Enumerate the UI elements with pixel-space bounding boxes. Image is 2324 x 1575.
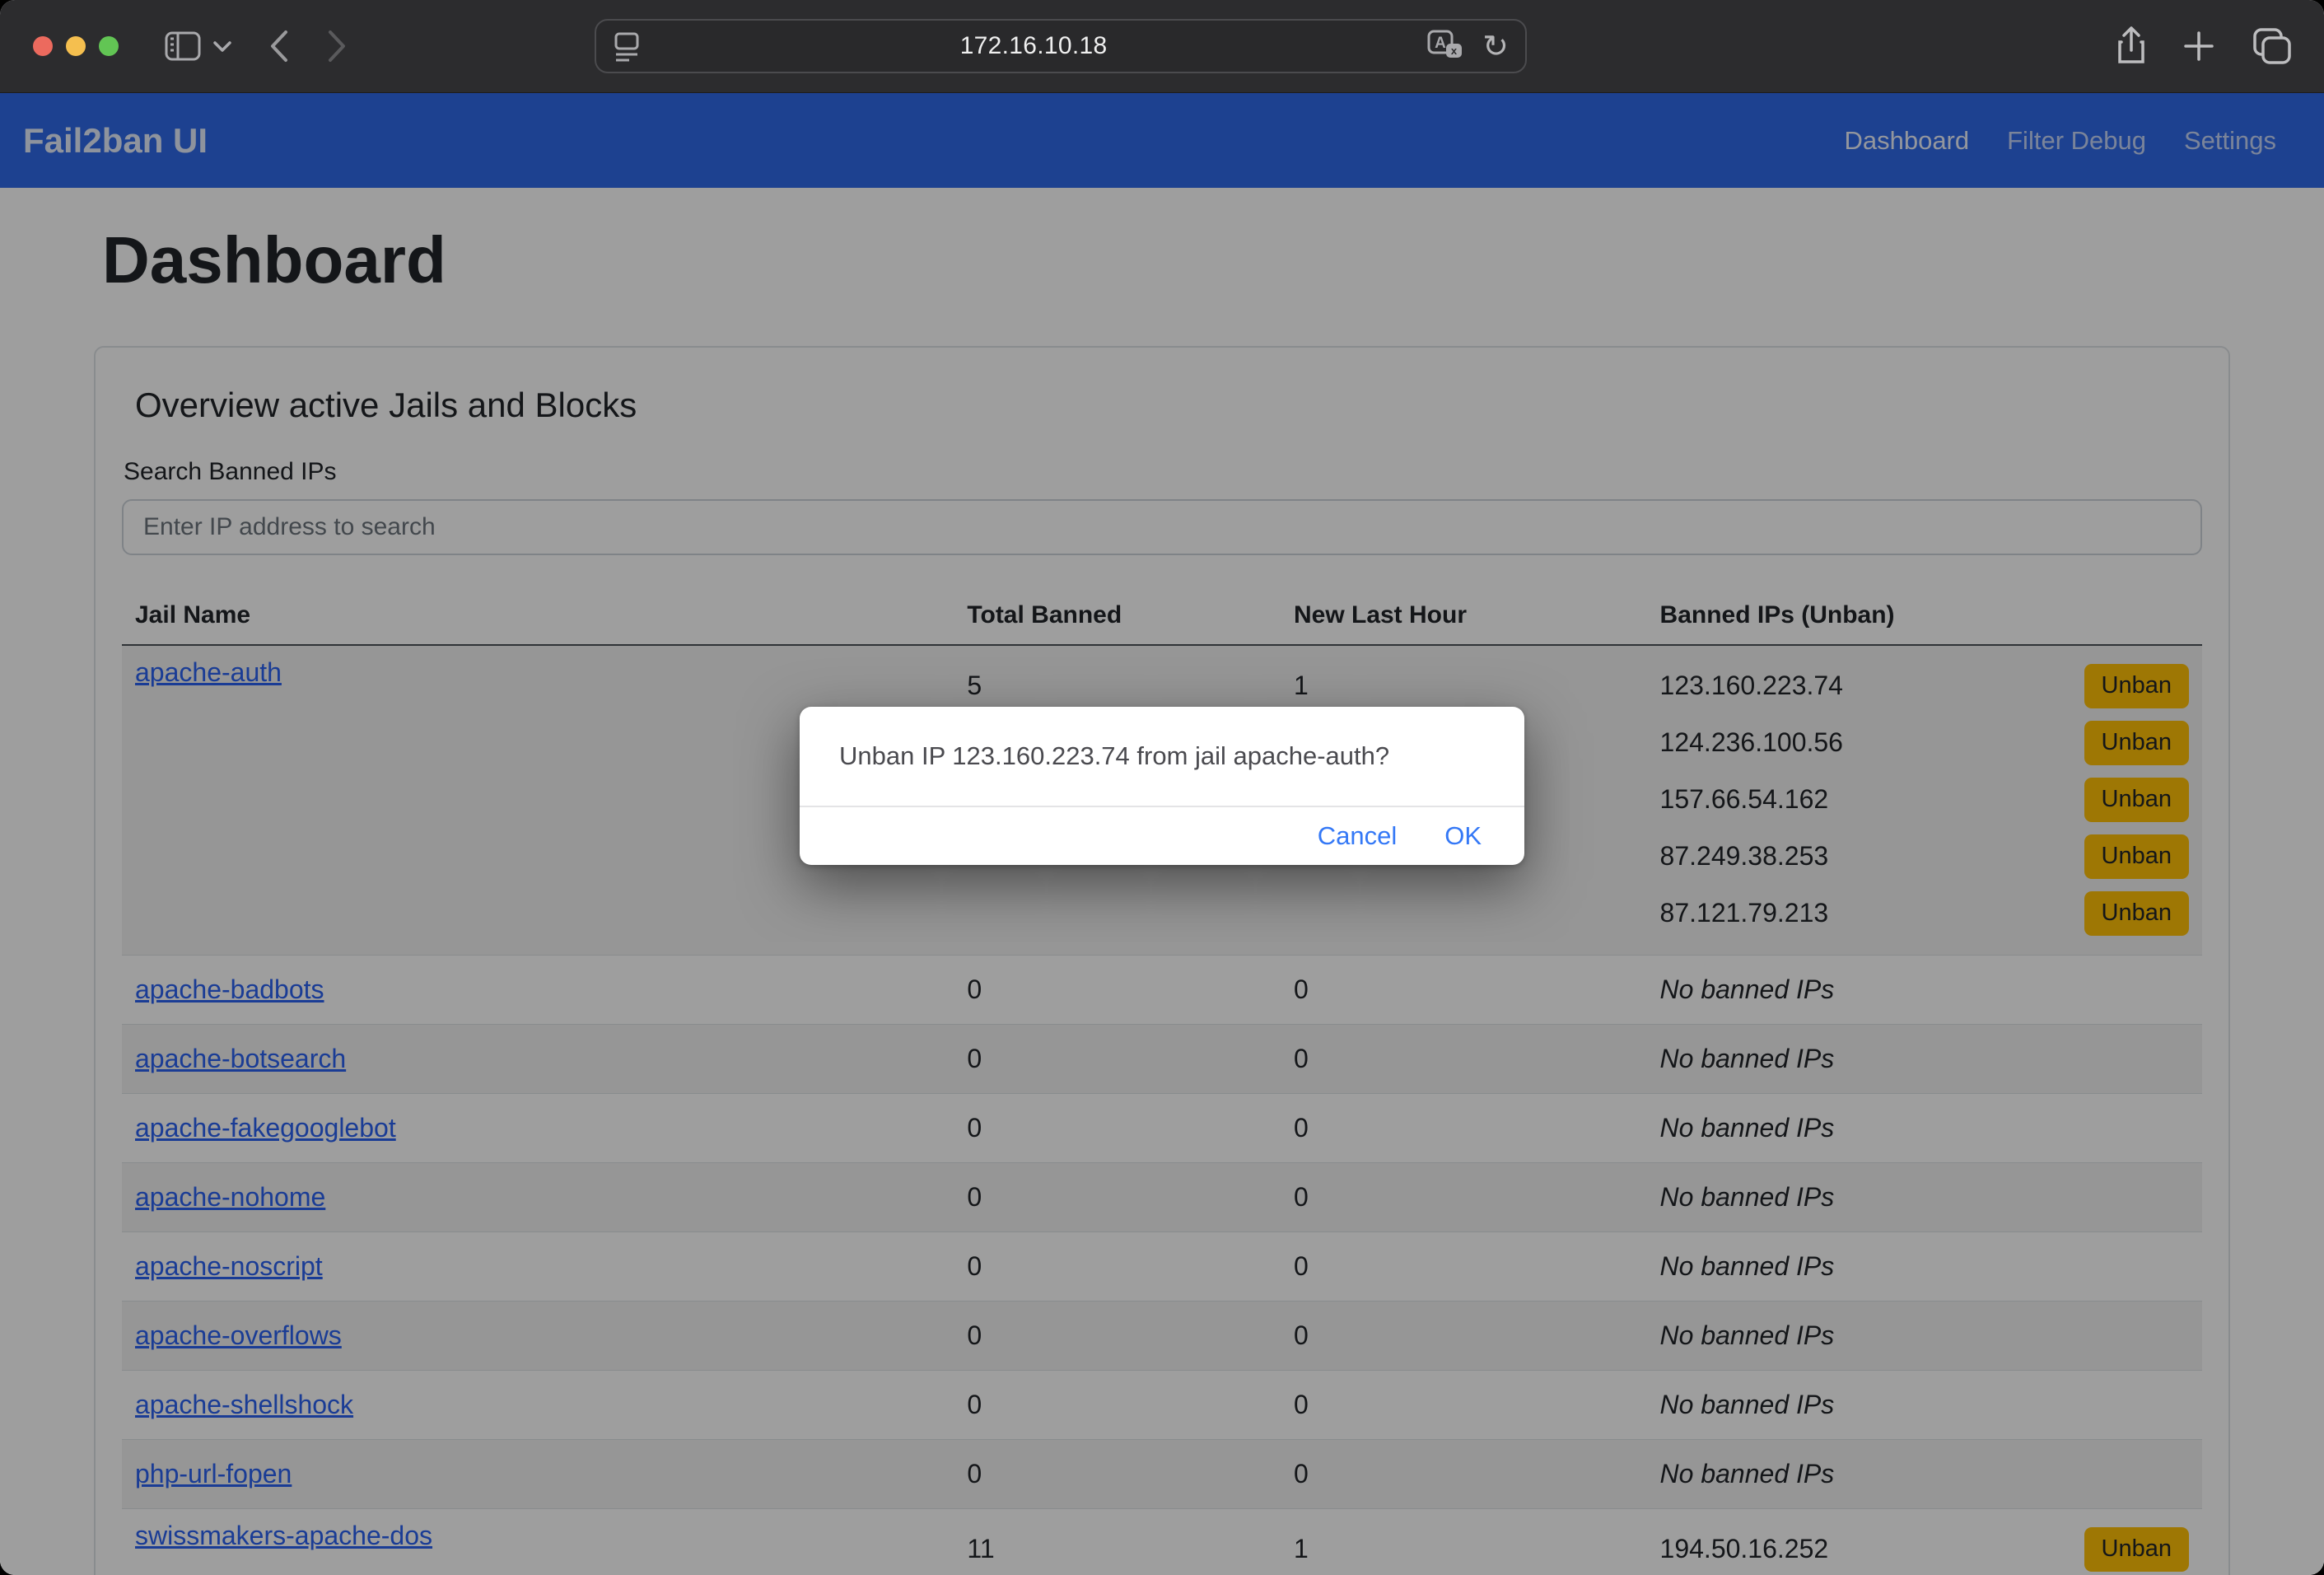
confirm-dialog: Unban IP 123.160.223.74 from jail apache… — [800, 707, 1524, 865]
zoom-window-button[interactable] — [99, 36, 119, 56]
share-icon[interactable] — [2115, 26, 2148, 67]
address-bar[interactable]: 172.16.10.18 Ax ↻ — [595, 19, 1527, 73]
svg-text:x: x — [1451, 44, 1458, 57]
sidebar-icon[interactable] — [165, 31, 201, 61]
dialog-message: Unban IP 123.160.223.74 from jail apache… — [800, 707, 1524, 806]
page-viewport: Fail2ban UI Dashboard Filter Debug Setti… — [0, 93, 2324, 1575]
svg-text:A: A — [1435, 35, 1446, 52]
ok-button[interactable]: OK — [1444, 821, 1482, 851]
url-text[interactable]: 172.16.10.18 — [641, 32, 1426, 60]
forward-icon[interactable] — [326, 29, 348, 63]
new-tab-icon[interactable] — [2181, 28, 2217, 64]
reload-icon[interactable]: ↻ — [1482, 28, 1509, 65]
minimize-window-button[interactable] — [66, 36, 86, 56]
translate-icon[interactable]: Ax — [1426, 29, 1464, 63]
browser-window: 172.16.10.18 Ax ↻ Fail2ban UI Dashboar — [0, 0, 2324, 1575]
browser-toolbar: 172.16.10.18 Ax ↻ — [0, 0, 2324, 93]
cancel-button[interactable]: Cancel — [1318, 821, 1398, 851]
reader-icon[interactable] — [613, 30, 641, 63]
close-window-button[interactable] — [33, 36, 53, 56]
tabs-icon[interactable] — [2250, 26, 2293, 66]
chevron-down-icon[interactable] — [212, 40, 232, 53]
window-controls — [33, 36, 119, 56]
back-icon[interactable] — [268, 29, 290, 63]
